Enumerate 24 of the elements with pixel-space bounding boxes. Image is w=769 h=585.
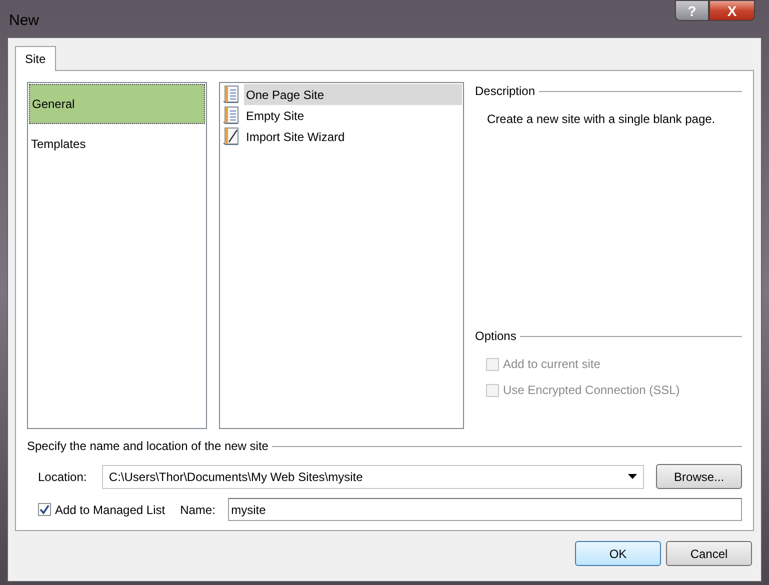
location-label: Location: (38, 468, 88, 486)
description-text: Create a new site with a single blank page. (487, 111, 716, 128)
tab[interactable]: Site (15, 46, 56, 71)
window-title: New (9, 11, 40, 31)
description-heading: Description (475, 83, 536, 100)
location-dropdown[interactable]: C:\Users\Thor\Documents\My Web Sites\mysite (102, 464, 644, 488)
location-section-heading: Specify the name and location of the new site (27, 438, 268, 455)
cancel-button[interactable]: Cancel (666, 541, 752, 566)
option-label: Add to current site (503, 356, 600, 373)
site-type-item[interactable]: Empty Site (244, 105, 462, 126)
site-type-item[interactable]: Import Site Wizard (244, 126, 462, 147)
name-field[interactable]: mysite (228, 498, 742, 521)
category-item[interactable]: General (29, 84, 205, 124)
checkbox[interactable] (38, 503, 51, 516)
dropdown-arrow-icon (628, 474, 638, 479)
name-label: Name: (180, 502, 216, 518)
category-item[interactable]: Templates (29, 124, 205, 164)
site-type-item[interactable]: One Page Site (244, 84, 462, 105)
ok-button[interactable]: OK (575, 541, 661, 566)
browse-button[interactable]: Browse... (656, 464, 742, 489)
option-label: Use Encrypted Connection (SSL) (503, 382, 680, 399)
close-button[interactable]: X (709, 0, 755, 21)
options-heading: Options (475, 328, 516, 345)
managed-list-label: Add to Managed List (55, 502, 166, 518)
